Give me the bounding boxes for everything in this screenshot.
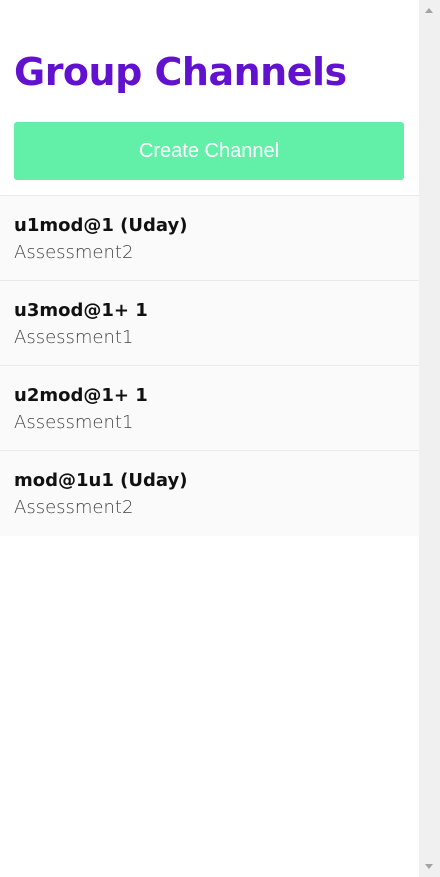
channel-subtitle: Assessment2 [14,497,134,518]
channel-list: u1mod@1 (Uday) Assessment2 u3mod@1+ 1 As… [0,195,419,536]
channel-list-item[interactable]: u3mod@1+ 1 Assessment1 [0,281,419,366]
channel-list-item[interactable]: mod@1u1 (Uday) Assessment2 [0,451,419,536]
channel-name: u3mod@1+ 1 [14,300,148,321]
channel-name: u2mod@1+ 1 [14,385,148,406]
channel-list-item[interactable]: u1mod@1 (Uday) Assessment2 [0,196,419,281]
channel-name: u1mod@1 (Uday) [14,215,188,236]
create-channel-button[interactable]: Create Channel [14,122,404,180]
channel-subtitle: Assessment1 [14,327,134,348]
channel-subtitle: Assessment2 [14,242,134,263]
main-view: Group Channels Create Channel u1mod@1 (U… [0,0,419,877]
channel-subtitle: Assessment1 [14,412,134,433]
channel-name: mod@1u1 (Uday) [14,470,188,491]
channel-list-item[interactable]: u2mod@1+ 1 Assessment1 [0,366,419,451]
page-title: Group Channels [14,50,347,94]
arrow-down-icon[interactable] [425,864,433,869]
vertical-scrollbar[interactable] [419,0,440,877]
arrow-up-icon[interactable] [425,8,433,13]
